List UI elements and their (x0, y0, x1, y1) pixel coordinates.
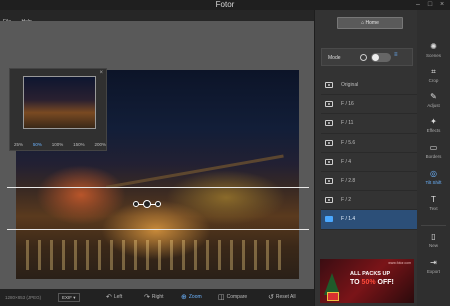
adjust-icon: ✎ (430, 92, 437, 101)
menu-bar: File Help (0, 10, 314, 25)
close-button[interactable]: × (438, 1, 446, 9)
aperture-item-f2-8[interactable]: F / 2.8 (321, 172, 417, 192)
camera-icon (325, 120, 333, 127)
compare-button[interactable]: ◫ Compare (218, 289, 247, 306)
title-bar: Fotor – □ × (0, 0, 450, 10)
tool-new[interactable]: ▯ New (417, 230, 450, 254)
new-file-icon: ▯ (431, 232, 436, 241)
navigator-close-icon[interactable]: × (99, 70, 103, 76)
aperture-item-f1-4[interactable]: F / 1.4 (321, 210, 417, 230)
aperture-item-original[interactable]: Original (321, 76, 417, 96)
crop-icon: ⌗ (431, 67, 436, 76)
promo-line2: TO 50% OFF! (350, 279, 394, 286)
tool-divider (421, 225, 446, 226)
minimize-button[interactable]: – (414, 1, 422, 9)
camera-icon (325, 216, 333, 223)
camera-icon (325, 158, 333, 165)
rotate-left-icon: ↶ (106, 294, 112, 301)
navigator-thumbnail[interactable] (23, 76, 96, 129)
effects-icon: ✦ (430, 117, 437, 126)
rotate-right-icon: ↷ (144, 294, 150, 301)
app-title: Fotor (215, 0, 235, 9)
zoom-150[interactable]: 150% (73, 142, 85, 147)
exif-dropdown[interactable]: EXIF ▾ (58, 293, 80, 302)
camera-icon (325, 101, 333, 108)
home-button[interactable]: ⌂ Home (337, 17, 403, 29)
mode-label: Mode (328, 55, 341, 61)
tilt-shift-panel: ⌂ Home Mode ≡ Original F / 16 F / 11 F /… (314, 10, 417, 306)
promo-banner[interactable]: www.fotor.com ALL PACKS UP TO 50% OFF! (320, 259, 414, 303)
navigator-zoom-levels: 25% 50% 100% 150% 200% (14, 142, 106, 147)
rotate-left-button[interactable]: ↶ Left (106, 289, 122, 306)
tilt-shift-left-handle[interactable] (133, 201, 139, 207)
camera-icon (325, 82, 333, 89)
promo-url: www.fotor.com (388, 261, 411, 265)
tilt-shift-icon: ◎ (430, 169, 437, 178)
tool-crop[interactable]: ⌗ Crop (417, 65, 450, 89)
mode-selector: Mode ≡ (321, 48, 413, 66)
bottom-toolbar: 1280×853 (JPEG) EXIF ▾ ↶ Left ↷ Right ⊕ … (0, 289, 314, 306)
navigator-panel: × 25% 50% 100% 150% 200% (9, 68, 107, 151)
radial-mode-icon[interactable] (360, 54, 367, 61)
maximize-button[interactable]: □ (426, 1, 434, 9)
export-icon: ⇥ (430, 258, 437, 267)
aperture-item-f4[interactable]: F / 4 (321, 153, 417, 172)
tool-text[interactable]: T Text (417, 193, 450, 217)
aperture-list: Original F / 16 F / 11 F / 5.6 F / 4 F /… (321, 76, 417, 230)
promo-line1: ALL PACKS UP (350, 271, 391, 277)
aperture-item-f11[interactable]: F / 11 (321, 114, 417, 134)
aperture-item-f16[interactable]: F / 16 (321, 95, 417, 115)
zoom-50[interactable]: 50% (33, 142, 42, 147)
linear-mode-icon[interactable]: ≡ (394, 52, 398, 58)
scenes-icon: ✺ (430, 42, 437, 51)
zoom-button[interactable]: ⊕ Zoom (181, 289, 202, 306)
canvas-workspace: × 25% 50% 100% 150% 200% (0, 21, 314, 289)
tool-scenes[interactable]: ✺ Scenes (417, 40, 450, 64)
zoom-25[interactable]: 25% (14, 142, 23, 147)
tilt-shift-top-line[interactable] (7, 187, 309, 188)
photo-lights (26, 240, 286, 270)
tilt-shift-bottom-line[interactable] (7, 229, 309, 230)
rotate-right-button[interactable]: ↷ Right (144, 289, 164, 306)
compare-icon: ◫ (218, 294, 225, 301)
tool-adjust[interactable]: ✎ Adjust (417, 90, 450, 114)
camera-icon (325, 178, 333, 185)
tilt-shift-center-handle[interactable] (143, 200, 151, 208)
tool-tilt-shift[interactable]: ◎ Tilt Shift (417, 167, 450, 191)
image-resolution: 1280×853 (JPEG) (5, 295, 42, 300)
borders-icon: ▭ (429, 143, 438, 152)
zoom-200[interactable]: 200% (94, 142, 106, 147)
tool-effects[interactable]: ✦ Effects (417, 115, 450, 139)
zoom-icon: ⊕ (181, 294, 187, 301)
aperture-item-f5-6[interactable]: F / 5.6 (321, 134, 417, 153)
gift-icon (327, 292, 339, 301)
tool-borders[interactable]: ▭ Borders (417, 141, 450, 165)
camera-icon (325, 197, 333, 204)
reset-icon: ↺ (268, 294, 274, 301)
tool-sidebar: ✺ Scenes ⌗ Crop ✎ Adjust ✦ Effects ▭ Bor… (417, 10, 450, 306)
mode-toggle[interactable] (371, 53, 391, 62)
aperture-item-f2[interactable]: F / 2 (321, 191, 417, 211)
camera-icon (325, 139, 333, 146)
tilt-shift-right-handle[interactable] (155, 201, 161, 207)
reset-all-button[interactable]: ↺ Reset All (268, 289, 296, 306)
zoom-100[interactable]: 100% (52, 142, 64, 147)
tool-export[interactable]: ⇥ Export (417, 256, 450, 280)
text-icon: T (431, 195, 436, 204)
